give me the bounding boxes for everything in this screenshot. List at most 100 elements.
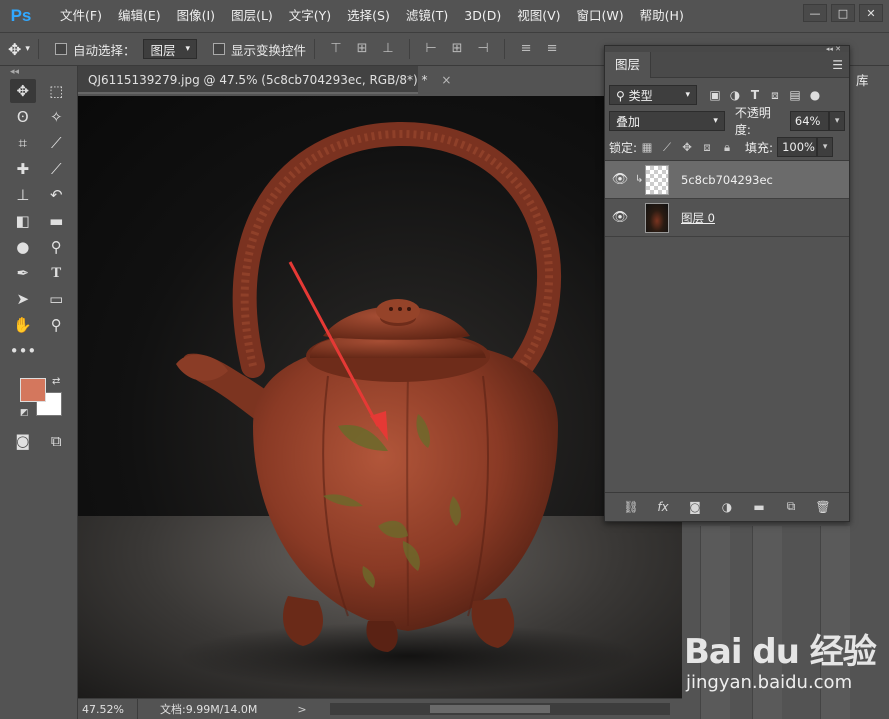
move-tool-icon[interactable]: ✥ bbox=[10, 79, 36, 103]
history-brush-tool-icon[interactable]: ↶ bbox=[44, 183, 70, 207]
fill-dropdown-icon[interactable]: ▾ bbox=[817, 137, 834, 157]
menu-layer[interactable]: 图层(L) bbox=[223, 0, 281, 32]
opacity-input[interactable]: 64% bbox=[789, 111, 830, 131]
fill-label: 填充: bbox=[745, 140, 774, 155]
auto-select-option[interactable]: 自动选择： bbox=[54, 40, 135, 59]
blend-mode-dropdown[interactable]: 叠加 ▾ bbox=[609, 111, 725, 131]
quick-mask-icon[interactable]: ◙ bbox=[10, 429, 36, 453]
pen-tool-icon[interactable]: ✒ bbox=[10, 261, 36, 285]
align-vcenter-icon[interactable]: ⊞ bbox=[355, 42, 369, 56]
layer-row[interactable]: 👁︎ ↳ 5c8cb704293ec bbox=[605, 161, 849, 199]
layers-panel-header: 图层 ☰ bbox=[605, 51, 849, 78]
layer-name[interactable]: 5c8cb704293ec bbox=[681, 173, 773, 187]
lock-transparency-icon[interactable]: ▦ bbox=[637, 140, 657, 154]
menu-window[interactable]: 窗口(W) bbox=[569, 0, 632, 32]
smart-object-filter-icon[interactable]: ▤ bbox=[785, 88, 805, 102]
auto-select-dropdown[interactable]: 图层 ▾ bbox=[143, 39, 197, 59]
zoom-readout[interactable]: 47.52% bbox=[78, 698, 138, 719]
menu-file[interactable]: 文件(F) bbox=[52, 0, 110, 32]
marquee-tool-icon[interactable]: ⬚ bbox=[44, 79, 70, 103]
opacity-dropdown-icon[interactable]: ▾ bbox=[829, 111, 845, 131]
brush-tool-icon[interactable]: ⟋ bbox=[44, 157, 70, 181]
magic-wand-tool-icon[interactable]: ✧ bbox=[44, 105, 70, 129]
gradient-tool-icon[interactable]: ▬ bbox=[44, 209, 70, 233]
layer-name[interactable]: 图层 0 bbox=[681, 210, 715, 226]
lock-all-icon[interactable]: 🔒︎ bbox=[717, 140, 737, 155]
clone-stamp-tool-icon[interactable]: ⊥ bbox=[10, 183, 36, 207]
menu-filter[interactable]: 滤镜(T) bbox=[398, 0, 456, 32]
menu-edit[interactable]: 编辑(E) bbox=[110, 0, 169, 32]
menu-image[interactable]: 图像(I) bbox=[169, 0, 223, 32]
menu-type[interactable]: 文字(Y) bbox=[281, 0, 339, 32]
hand-tool-icon[interactable]: ✋ bbox=[10, 313, 36, 337]
lock-artboard-icon[interactable]: ⧈ bbox=[697, 140, 717, 155]
document-tab[interactable]: QJ6115139279.jpg @ 47.5% (5c8cb704293ec,… bbox=[78, 66, 451, 94]
document-info: 文档:9.99M/14.0M bbox=[160, 703, 258, 716]
menu-help[interactable]: 帮助(H) bbox=[632, 0, 692, 32]
layer-filter-dropdown[interactable]: ⚲ 类型 ▾ bbox=[609, 85, 697, 105]
layer-style-icon[interactable]: fx bbox=[655, 500, 671, 514]
add-mask-icon[interactable]: ◙ bbox=[687, 500, 703, 514]
document-canvas[interactable] bbox=[78, 96, 682, 698]
filter-toggle-icon[interactable]: ● bbox=[805, 88, 825, 102]
more-tools-icon[interactable]: ••• bbox=[10, 339, 37, 363]
eraser-tool-icon[interactable]: ◧ bbox=[10, 209, 36, 233]
link-layers-icon[interactable]: ⛓ bbox=[623, 500, 639, 514]
foreground-color-swatch[interactable] bbox=[20, 378, 46, 402]
move-tool-preset[interactable]: ✥ ▾ bbox=[8, 40, 30, 59]
close-button[interactable]: ✕ bbox=[859, 4, 883, 22]
layer-row[interactable]: 👁︎ 图层 0 bbox=[605, 199, 849, 237]
trash-icon[interactable]: 🗑︎ bbox=[815, 500, 831, 514]
auto-select-checkbox[interactable] bbox=[54, 43, 67, 55]
dodge-tool-icon[interactable]: ⚲ bbox=[44, 235, 70, 259]
search-icon: ⚲ bbox=[616, 88, 629, 103]
menu-3d[interactable]: 3D(D) bbox=[456, 0, 509, 32]
close-tab-icon[interactable]: × bbox=[441, 73, 451, 87]
path-selection-tool-icon[interactable]: ➤ bbox=[10, 287, 36, 311]
shape-filter-icon[interactable]: ⧈ bbox=[765, 88, 785, 103]
collapse-icon[interactable]: ◂◂ bbox=[0, 66, 77, 78]
default-colors-icon[interactable]: ◩ bbox=[20, 408, 29, 418]
horizontal-scrollbar[interactable] bbox=[330, 703, 670, 715]
restore-button[interactable]: □ bbox=[831, 4, 855, 22]
lock-pixels-icon[interactable]: ⟋ bbox=[657, 140, 677, 155]
opacity-label: 不透明度: bbox=[734, 106, 771, 137]
visibility-eye-icon[interactable]: 👁︎ bbox=[605, 172, 635, 187]
screen-mode-icon[interactable]: ⧉ bbox=[44, 429, 70, 453]
healing-brush-tool-icon[interactable]: ✚ bbox=[10, 157, 36, 181]
distribute-vcenter-icon[interactable]: ≡ bbox=[545, 42, 559, 56]
adjustment-layer-icon[interactable]: ◑ bbox=[719, 500, 735, 514]
hamburger-menu-icon[interactable]: ☰ bbox=[832, 58, 843, 72]
visibility-eye-icon[interactable]: 👁︎ bbox=[605, 210, 635, 225]
minimize-button[interactable]: — bbox=[803, 4, 827, 22]
lasso-tool-icon[interactable]: ʘ bbox=[10, 105, 36, 129]
adjustment-filter-icon[interactable]: ◑ bbox=[725, 88, 745, 102]
show-transform-option[interactable]: 显示变换控件 bbox=[213, 40, 306, 59]
chevron-right-icon[interactable]: > bbox=[297, 703, 306, 716]
align-right-icon[interactable]: ⊣ bbox=[476, 42, 490, 56]
type-filter-icon[interactable]: T bbox=[745, 88, 765, 102]
distribute-top-icon[interactable]: ≡ bbox=[519, 42, 533, 56]
swap-colors-icon[interactable]: ⇄ bbox=[52, 376, 60, 387]
menu-view[interactable]: 视图(V) bbox=[509, 0, 568, 32]
eyedropper-tool-icon[interactable]: ⟋ bbox=[44, 131, 70, 155]
image-filter-icon[interactable]: ▣ bbox=[705, 88, 725, 102]
scrollbar-thumb[interactable] bbox=[430, 705, 550, 713]
blur-tool-icon[interactable]: ● bbox=[10, 235, 36, 259]
type-tool-icon[interactable]: T bbox=[44, 261, 70, 285]
align-bottom-icon[interactable]: ⊥ bbox=[381, 42, 395, 56]
libraries-tab[interactable]: 库 bbox=[850, 66, 889, 96]
layers-tab[interactable]: 图层 bbox=[605, 51, 652, 78]
align-left-icon[interactable]: ⊢ bbox=[424, 42, 438, 56]
align-top-icon[interactable]: ⊤ bbox=[329, 42, 343, 56]
fill-input[interactable]: 100% bbox=[777, 137, 818, 157]
menu-select[interactable]: 选择(S) bbox=[339, 0, 398, 32]
show-transform-checkbox[interactable] bbox=[213, 43, 225, 55]
new-group-icon[interactable]: ▬ bbox=[751, 500, 767, 514]
crop-tool-icon[interactable]: ⌗ bbox=[10, 131, 36, 155]
new-layer-icon[interactable]: ⧉ bbox=[783, 499, 799, 514]
lock-position-icon[interactable]: ✥ bbox=[677, 140, 697, 154]
rectangle-tool-icon[interactable]: ▭ bbox=[44, 287, 70, 311]
align-hcenter-icon[interactable]: ⊞ bbox=[450, 42, 464, 56]
zoom-tool-icon[interactable]: ⚲ bbox=[44, 313, 70, 337]
